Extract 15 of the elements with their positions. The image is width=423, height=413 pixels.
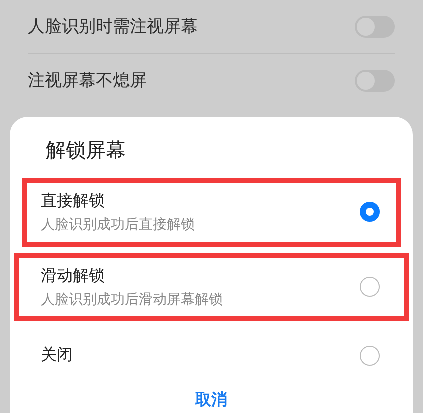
setting-label: 人脸识别时需注视屏幕 [28, 16, 198, 38]
option-description: 人脸识别成功后滑动屏幕解锁 [41, 290, 223, 308]
option-row[interactable]: 直接解锁 人脸识别成功后直接解锁 [22, 178, 401, 247]
option-label: 滑动解锁 [41, 266, 106, 286]
radio-button[interactable] [360, 277, 380, 297]
dialog-title: 解锁屏幕 [45, 137, 127, 161]
option-description: 人脸识别成功后直接解锁 [41, 216, 195, 234]
radio-button[interactable] [360, 346, 380, 366]
cancel-button[interactable]: 取消 [186, 390, 238, 413]
option-label: 关闭 [41, 345, 73, 366]
option-label: 直接解锁 [41, 190, 106, 212]
option-row[interactable]: 关闭 [22, 321, 401, 390]
setting-label: 注视屏幕不熄屏 [28, 70, 147, 92]
option-row[interactable]: 滑动解锁 人脸识别成功后滑动屏幕解锁 [14, 252, 409, 322]
radio-button[interactable] [360, 202, 380, 222]
